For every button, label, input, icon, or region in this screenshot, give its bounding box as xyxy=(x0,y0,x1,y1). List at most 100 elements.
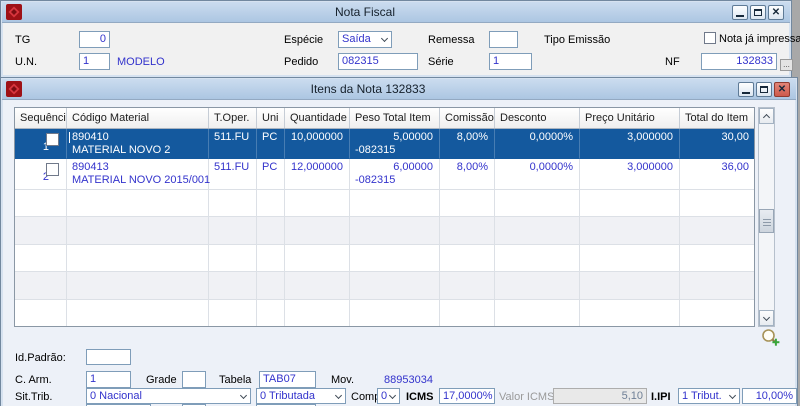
mov-value: 88953034 xyxy=(384,374,433,386)
c-arm-label: C. Arm. xyxy=(15,374,52,386)
valor-icms-field: 5,10 xyxy=(553,388,647,404)
serie-label: Série xyxy=(428,56,454,68)
nota-impressa-checkbox[interactable] xyxy=(704,32,716,44)
column-header[interactable]: Comissão xyxy=(440,108,495,128)
grade-field[interactable] xyxy=(182,371,206,388)
toper-value: 511.FU xyxy=(214,161,250,173)
maximize-icon[interactable] xyxy=(750,5,766,20)
column-header[interactable]: Peso Total Item xyxy=(350,108,440,128)
window2-title: Itens da Nota 132833 xyxy=(310,82,426,96)
mov-label: Mov. xyxy=(331,374,355,386)
especie-label: Espécie xyxy=(284,34,324,46)
id-padrao-label: Id.Padrão: xyxy=(15,352,66,364)
minimize-icon[interactable] xyxy=(732,5,748,20)
zoom-magnifier-icon[interactable] xyxy=(761,328,780,350)
c-arm-field[interactable]: 1 xyxy=(86,371,131,388)
peso-value: 5,00000 xyxy=(393,131,433,143)
material-description: MATERIAL NOVO 2015/001 xyxy=(72,174,211,186)
pedido-field[interactable]: 082315 xyxy=(338,53,418,70)
quantity-value: 12,000000 xyxy=(291,161,343,173)
vertical-scrollbar[interactable] xyxy=(758,107,775,327)
un-field[interactable]: 1 xyxy=(79,53,110,70)
text-caret xyxy=(69,132,70,143)
tg-label: TG xyxy=(15,34,31,46)
un-description: MODELO xyxy=(117,56,165,68)
tipo-emissao-label: Tipo Emissão xyxy=(544,34,611,46)
nf-label: NF xyxy=(665,56,680,68)
preco-value: 3,000000 xyxy=(627,131,673,143)
chevron-down-icon xyxy=(380,34,389,43)
close-icon[interactable]: ✕ xyxy=(774,82,790,97)
ipi-dropdown[interactable]: 1 Tribut. xyxy=(678,388,740,404)
grade-label: Grade xyxy=(146,374,177,386)
icms-field[interactable]: 17,0000% xyxy=(439,388,495,404)
uni-value: PC xyxy=(262,161,278,173)
order-ref: -082315 xyxy=(355,144,396,156)
valor-icms-label: Valor ICMS xyxy=(499,391,555,403)
row-checkbox[interactable] xyxy=(46,163,59,176)
pedido-label: Pedido xyxy=(284,56,319,68)
table-header-row: Sequência Código Material T.Oper. Uni Quanti… xyxy=(15,108,754,129)
tabela-label: Tabela xyxy=(219,374,252,386)
table-row[interactable]: 2 890413 MATERIAL NOVO 2015/001 511.FU PC 12,… xyxy=(15,159,754,190)
empty-table-row[interactable] xyxy=(15,272,754,300)
chevron-down-icon xyxy=(334,391,343,400)
empty-table-row[interactable] xyxy=(15,300,754,326)
column-header[interactable]: Código Material xyxy=(67,108,209,128)
serie-field[interactable]: 1 xyxy=(489,53,532,70)
column-header[interactable]: Desconto xyxy=(495,108,580,128)
compl-dropdown[interactable]: 0 xyxy=(377,388,400,404)
row-checkbox[interactable] xyxy=(46,133,59,146)
column-header[interactable]: Uni xyxy=(257,108,285,128)
material-code: 890410 xyxy=(67,131,208,143)
column-header[interactable]: Sequência xyxy=(15,108,67,128)
desconto-value: 0,0000% xyxy=(529,161,573,173)
especie-dropdown[interactable]: Saída xyxy=(338,31,392,48)
toper-value: 511.FU xyxy=(214,131,250,143)
window-nota-fiscal: Nota Fiscal ✕ TG 0 U.N. 1 MODELO Espécie… xyxy=(0,0,800,78)
nf-browse-button[interactable]: ... xyxy=(780,59,793,71)
sit-trib-dropdown[interactable]: 0 Nacional xyxy=(86,388,251,404)
order-ref: -082315 xyxy=(355,174,396,186)
empty-table-row[interactable] xyxy=(15,245,754,272)
window2-titlebar[interactable]: Itens da Nota 132833 ✕ xyxy=(2,79,796,100)
preco-value: 3,000000 xyxy=(627,161,673,173)
chevron-down-icon xyxy=(388,391,397,400)
empty-table-row[interactable] xyxy=(15,217,754,245)
minimize-icon[interactable] xyxy=(738,82,754,97)
column-header[interactable]: Preço Unitário xyxy=(580,108,680,128)
un-label: U.N. xyxy=(15,56,37,68)
window-itens-nota: Itens da Nota 132833 ✕ Sequência Código M… xyxy=(0,77,798,406)
scroll-down-icon[interactable] xyxy=(759,310,774,326)
maximize-icon[interactable] xyxy=(756,82,772,97)
sit-trib-label: Sit.Trib. xyxy=(15,391,53,403)
empty-table-row[interactable] xyxy=(15,190,754,217)
window1-titlebar[interactable]: Nota Fiscal ✕ xyxy=(2,2,790,23)
material-code: 890413 xyxy=(72,161,109,173)
nf-field[interactable]: 132833 xyxy=(701,53,777,70)
tributada-dropdown[interactable]: 0 Tributada xyxy=(256,388,346,404)
scroll-up-icon[interactable] xyxy=(759,108,774,124)
column-header[interactable]: Total do Item xyxy=(680,108,754,128)
chevron-down-icon xyxy=(239,391,248,400)
uni-value: PC xyxy=(262,131,278,143)
scrollbar-thumb[interactable] xyxy=(759,209,774,233)
chevron-down-icon xyxy=(728,391,737,400)
tg-field[interactable]: 0 xyxy=(79,31,110,48)
id-padrao-field[interactable] xyxy=(86,349,131,365)
material-description: MATERIAL NOVO 2 xyxy=(72,144,171,156)
comissao-value: 8,00% xyxy=(456,131,488,143)
items-table[interactable]: Sequência Código Material T.Oper. Uni Quanti… xyxy=(14,107,755,327)
quantity-value: 10,000000 xyxy=(291,131,343,143)
remessa-field[interactable] xyxy=(489,31,518,48)
remessa-label: Remessa xyxy=(428,34,475,46)
column-header[interactable]: Quantidade xyxy=(285,108,350,128)
icms-label: ICMS xyxy=(406,391,434,403)
tabela-field[interactable]: TAB07 xyxy=(259,371,316,388)
column-header[interactable]: T.Oper. xyxy=(209,108,257,128)
close-icon[interactable]: ✕ xyxy=(768,5,784,20)
table-row[interactable]: 1 890410 MATERIAL NOVO 2 511.FU PC 10,000000 5… xyxy=(15,129,754,159)
ipi-percent-field[interactable]: 10,00% xyxy=(742,388,797,404)
nota-impressa-label: Nota já impressa xyxy=(719,33,800,45)
total-value: 36,00 xyxy=(721,161,749,173)
